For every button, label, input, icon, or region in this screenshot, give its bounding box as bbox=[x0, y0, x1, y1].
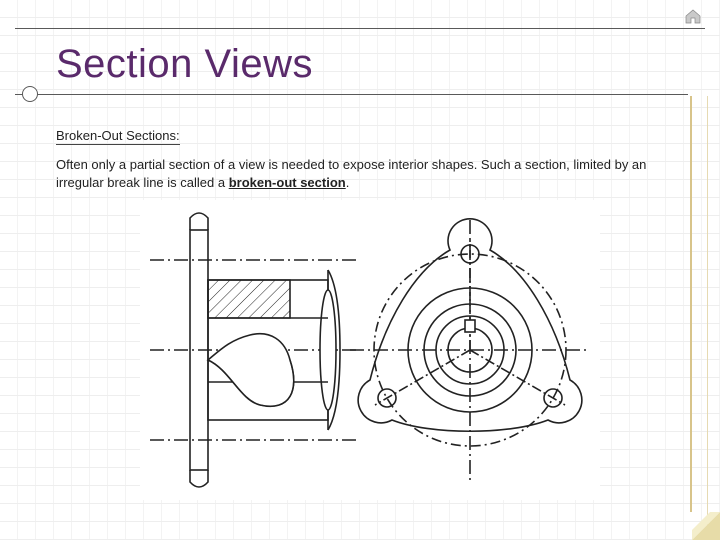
title-rule bbox=[15, 94, 688, 95]
top-rule bbox=[15, 28, 705, 29]
technical-drawing bbox=[140, 200, 600, 500]
sub-heading: Broken-Out Sections: bbox=[56, 128, 180, 145]
decor-line-1 bbox=[690, 96, 692, 512]
body-post: . bbox=[346, 175, 350, 190]
page-title: Section Views bbox=[56, 42, 313, 87]
home-icon[interactable] bbox=[684, 8, 702, 24]
body-text: Often only a partial section of a view i… bbox=[56, 156, 664, 191]
decor-line-2 bbox=[707, 96, 708, 528]
body-bold: broken-out section bbox=[229, 175, 346, 190]
body-pre: Often only a partial section of a view i… bbox=[56, 157, 646, 190]
bullet-marker bbox=[22, 86, 38, 102]
page-curl-icon bbox=[692, 512, 720, 540]
